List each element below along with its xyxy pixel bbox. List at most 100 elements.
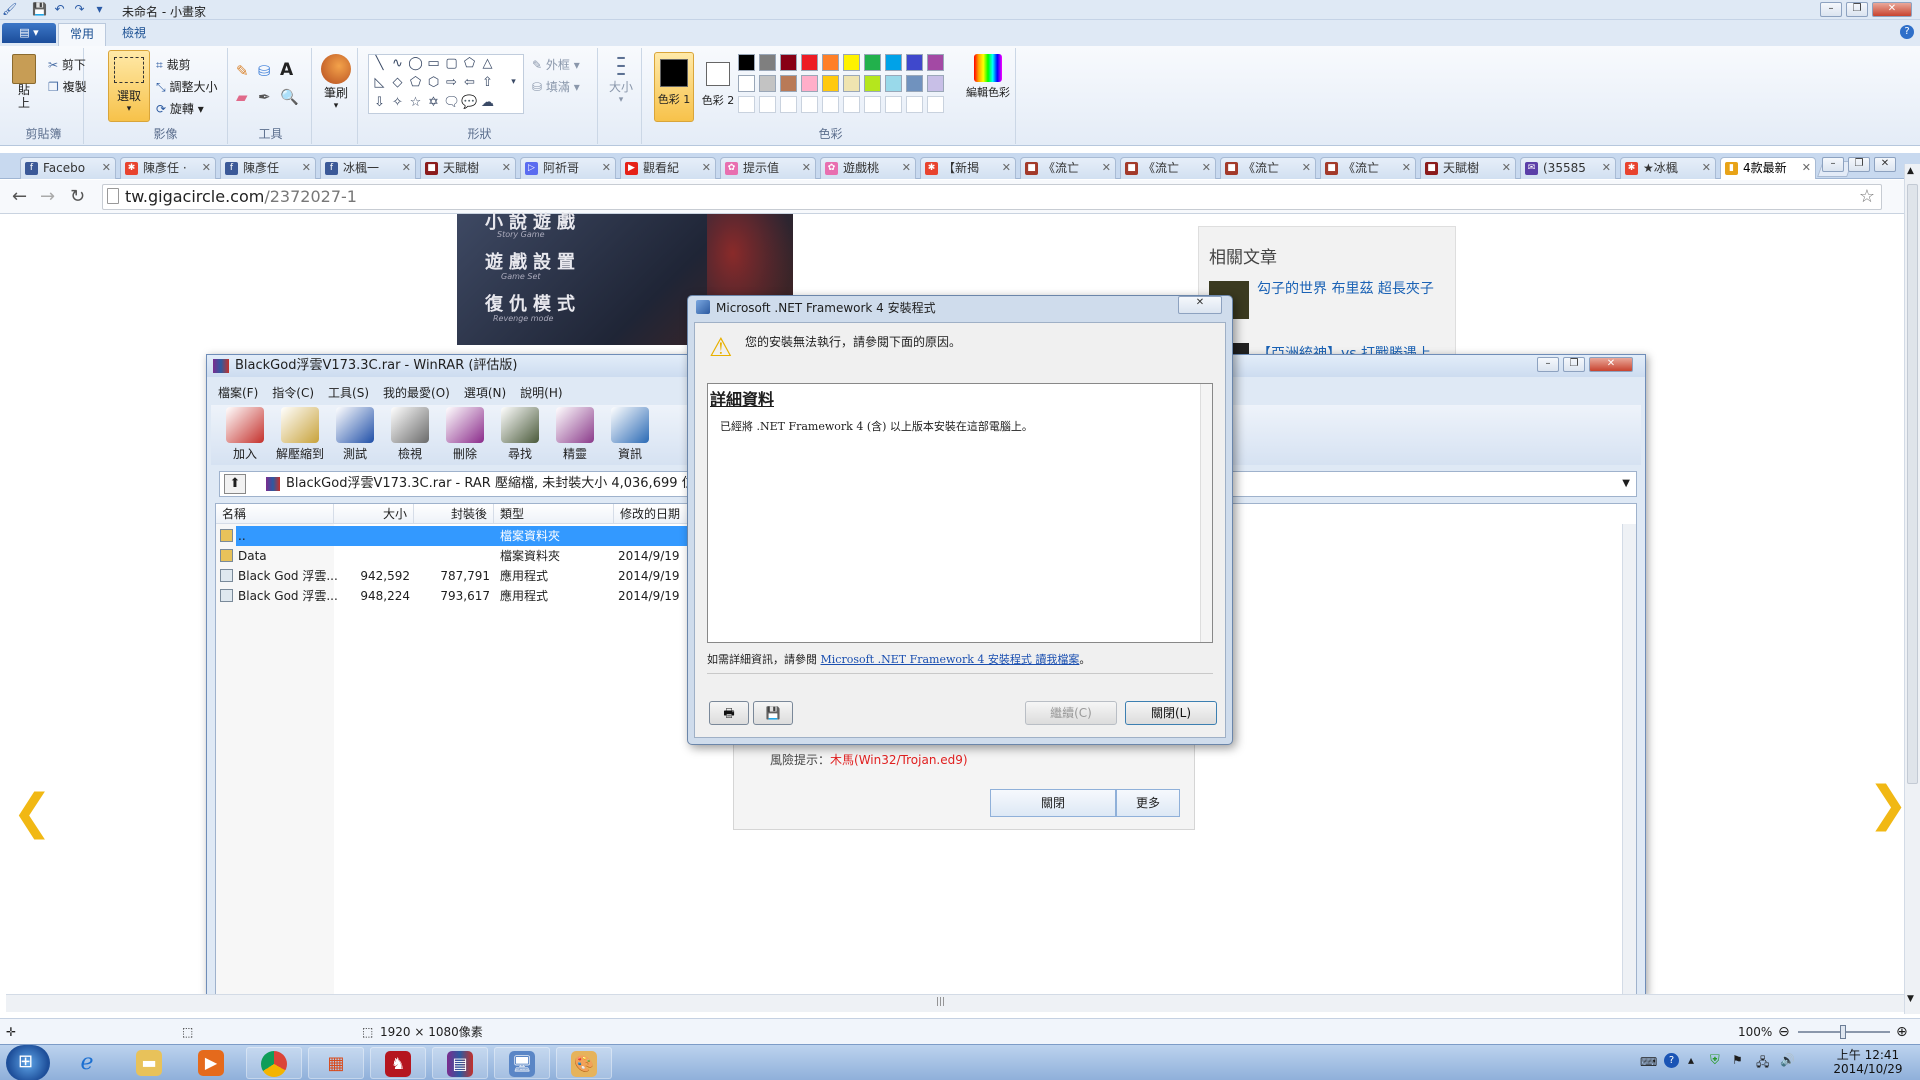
palette-swatch[interactable]: [780, 75, 797, 92]
scroll-down-icon[interactable]: ▼: [1907, 994, 1914, 1004]
diamond-shape-icon[interactable]: ◇: [389, 75, 406, 90]
palette-swatch[interactable]: [801, 75, 818, 92]
triangle-shape-icon[interactable]: △: [479, 56, 496, 71]
outline-button[interactable]: ✎ 外框 ▾: [532, 56, 580, 73]
magnifier-icon[interactable]: 🔍: [280, 88, 299, 106]
rotate-button[interactable]: ⟳ 旋轉 ▾: [156, 100, 204, 117]
palette-swatch[interactable]: [864, 75, 881, 92]
browser-tab[interactable]: ■ 《流亡 ✕: [1220, 157, 1316, 179]
forward-icon[interactable]: →: [40, 186, 55, 207]
palette-swatch[interactable]: [759, 75, 776, 92]
palette-swatch[interactable]: [738, 75, 755, 92]
file-list-scrollbar[interactable]: [1622, 524, 1636, 996]
file-row[interactable]: Black God 浮雲... 942,592 787,791 應用程式 2014/9/…: [216, 566, 696, 586]
scroll-up-icon[interactable]: ▲: [1907, 166, 1914, 176]
color-2-button[interactable]: 色彩 2: [698, 52, 738, 122]
tab-close-icon[interactable]: ✕: [1802, 158, 1811, 178]
browser-tab[interactable]: ■ 天賦樹 ✕: [1420, 157, 1516, 179]
crop-button[interactable]: ⌗ 裁剪: [156, 56, 191, 73]
taskbar-media-player[interactable]: ▶: [184, 1047, 240, 1079]
palette-swatch[interactable]: [822, 54, 839, 71]
palette-swatch[interactable]: [864, 54, 881, 71]
zoom-out-icon[interactable]: ⊖: [1778, 1019, 1790, 1045]
related-link-1[interactable]: 勾子的世界 布里茲 超長夾子: [1257, 281, 1437, 298]
next-arrow-icon[interactable]: ❯: [1868, 776, 1908, 832]
line-shape-icon[interactable]: ╲: [371, 56, 388, 71]
browser-close-button[interactable]: ✕: [1874, 157, 1896, 172]
pencil-icon[interactable]: ✎: [236, 62, 249, 80]
right-arrow-shape-icon[interactable]: ⇨: [443, 75, 460, 90]
winrar-tool-find[interactable]: 尋找: [494, 407, 546, 462]
tab-close-icon[interactable]: ✕: [502, 158, 511, 178]
taskbar-paint[interactable]: 🎨: [556, 1047, 612, 1079]
browser-minimize-button[interactable]: –: [1822, 157, 1844, 172]
five-point-star-shape-icon[interactable]: ☆: [407, 95, 424, 110]
palette-swatch[interactable]: [927, 75, 944, 92]
winrar-tool-wizard[interactable]: 精靈: [549, 407, 601, 462]
close-button-dialog[interactable]: 關閉(L): [1125, 701, 1217, 725]
cloud-callout-shape-icon[interactable]: ☁: [479, 95, 496, 110]
tab-close-icon[interactable]: ✕: [1302, 158, 1311, 178]
empty-palette-swatch[interactable]: [801, 96, 818, 113]
help-tray-icon[interactable]: ?: [1664, 1053, 1679, 1068]
empty-palette-swatch[interactable]: [843, 96, 860, 113]
callout-oval-shape-icon[interactable]: 💬: [461, 95, 478, 110]
network-icon[interactable]: 🖧: [1756, 1053, 1769, 1074]
cut-button[interactable]: ✂ 剪下: [48, 56, 86, 73]
path-dropdown-icon[interactable]: ▼: [1622, 472, 1630, 496]
minimize-button[interactable]: –: [1820, 2, 1842, 17]
palette-swatch[interactable]: [906, 75, 923, 92]
empty-palette-swatch[interactable]: [864, 96, 881, 113]
tab-close-icon[interactable]: ✕: [302, 158, 311, 178]
browser-tab[interactable]: ✱ 【新揭 ✕: [920, 157, 1016, 179]
close-button[interactable]: ✕: [1872, 2, 1912, 17]
browser-tab[interactable]: f 陳彥任 ✕: [220, 157, 316, 179]
browser-tab[interactable]: ▷ 阿祈哥 ✕: [520, 157, 616, 179]
taskbar-game[interactable]: ♞: [370, 1047, 426, 1079]
six-point-star-shape-icon[interactable]: ✡: [425, 95, 442, 110]
start-button[interactable]: ⊞: [6, 1045, 50, 1080]
horizontal-scrollbar[interactable]: |||: [6, 994, 1904, 1012]
alert-more-button[interactable]: 更多: [1116, 789, 1180, 817]
column-header[interactable]: 名稱: [216, 504, 334, 524]
column-header[interactable]: 大小: [334, 504, 414, 524]
left-arrow-shape-icon[interactable]: ⇦: [461, 75, 478, 90]
tab-close-icon[interactable]: ✕: [702, 158, 711, 178]
browser-tab[interactable]: ■ 《流亡 ✕: [1320, 157, 1416, 179]
tab-close-icon[interactable]: ✕: [1002, 158, 1011, 178]
select-button[interactable]: 選取 ▾: [108, 50, 150, 122]
address-bar[interactable]: tw.gigacircle.com/2372027-1 ☆: [102, 184, 1882, 210]
taskbar-explorer[interactable]: ▬: [122, 1047, 178, 1079]
tab-close-icon[interactable]: ✕: [802, 158, 811, 178]
shapes-more-icon[interactable]: ▾: [505, 75, 522, 90]
tab-close-icon[interactable]: ✕: [1602, 158, 1611, 178]
browser-tab[interactable]: ✿ 提示值 ✕: [720, 157, 816, 179]
polygon-shape-icon[interactable]: ⬠: [461, 56, 478, 71]
zoom-in-icon[interactable]: ⊕: [1896, 1019, 1908, 1045]
file-row[interactable]: Data 檔案資料夾 2014/9/19: [216, 546, 696, 566]
print-button[interactable]: 🖶: [709, 701, 749, 725]
vertical-scrollbar[interactable]: ▲ ▼: [1904, 164, 1920, 1014]
empty-palette-swatch[interactable]: [927, 96, 944, 113]
tab-home[interactable]: 常用: [58, 23, 106, 46]
brushes-button[interactable]: 筆刷 ▾: [316, 54, 356, 111]
keyboard-icon[interactable]: ⌨: [1640, 1055, 1657, 1069]
zoom-slider-thumb[interactable]: [1840, 1025, 1846, 1039]
action-center-icon[interactable]: ⚑: [1732, 1053, 1743, 1067]
browser-tab[interactable]: ✉ (35585 ✕: [1520, 157, 1616, 179]
browser-tab[interactable]: ■ 《流亡 ✕: [1020, 157, 1116, 179]
column-header[interactable]: 類型: [494, 504, 614, 524]
empty-palette-swatch[interactable]: [759, 96, 776, 113]
winrar-menu-item[interactable]: 工具(S): [328, 386, 369, 400]
tab-close-icon[interactable]: ✕: [102, 158, 111, 178]
taskbar-winrar[interactable]: ▤: [432, 1047, 488, 1079]
paint-app-icon[interactable]: 🖌: [2, 2, 17, 17]
curve-shape-icon[interactable]: ∿: [389, 56, 406, 71]
scroll-thumb[interactable]: [1907, 184, 1918, 784]
color-picker-icon[interactable]: ✒: [258, 88, 271, 106]
taskbar-setup[interactable]: 🖥: [494, 1047, 550, 1079]
bookmark-star-icon[interactable]: ☆: [1859, 185, 1875, 209]
tab-close-icon[interactable]: ✕: [902, 158, 911, 178]
winrar-menu-item[interactable]: 選項(N): [464, 386, 506, 400]
palette-swatch[interactable]: [906, 54, 923, 71]
